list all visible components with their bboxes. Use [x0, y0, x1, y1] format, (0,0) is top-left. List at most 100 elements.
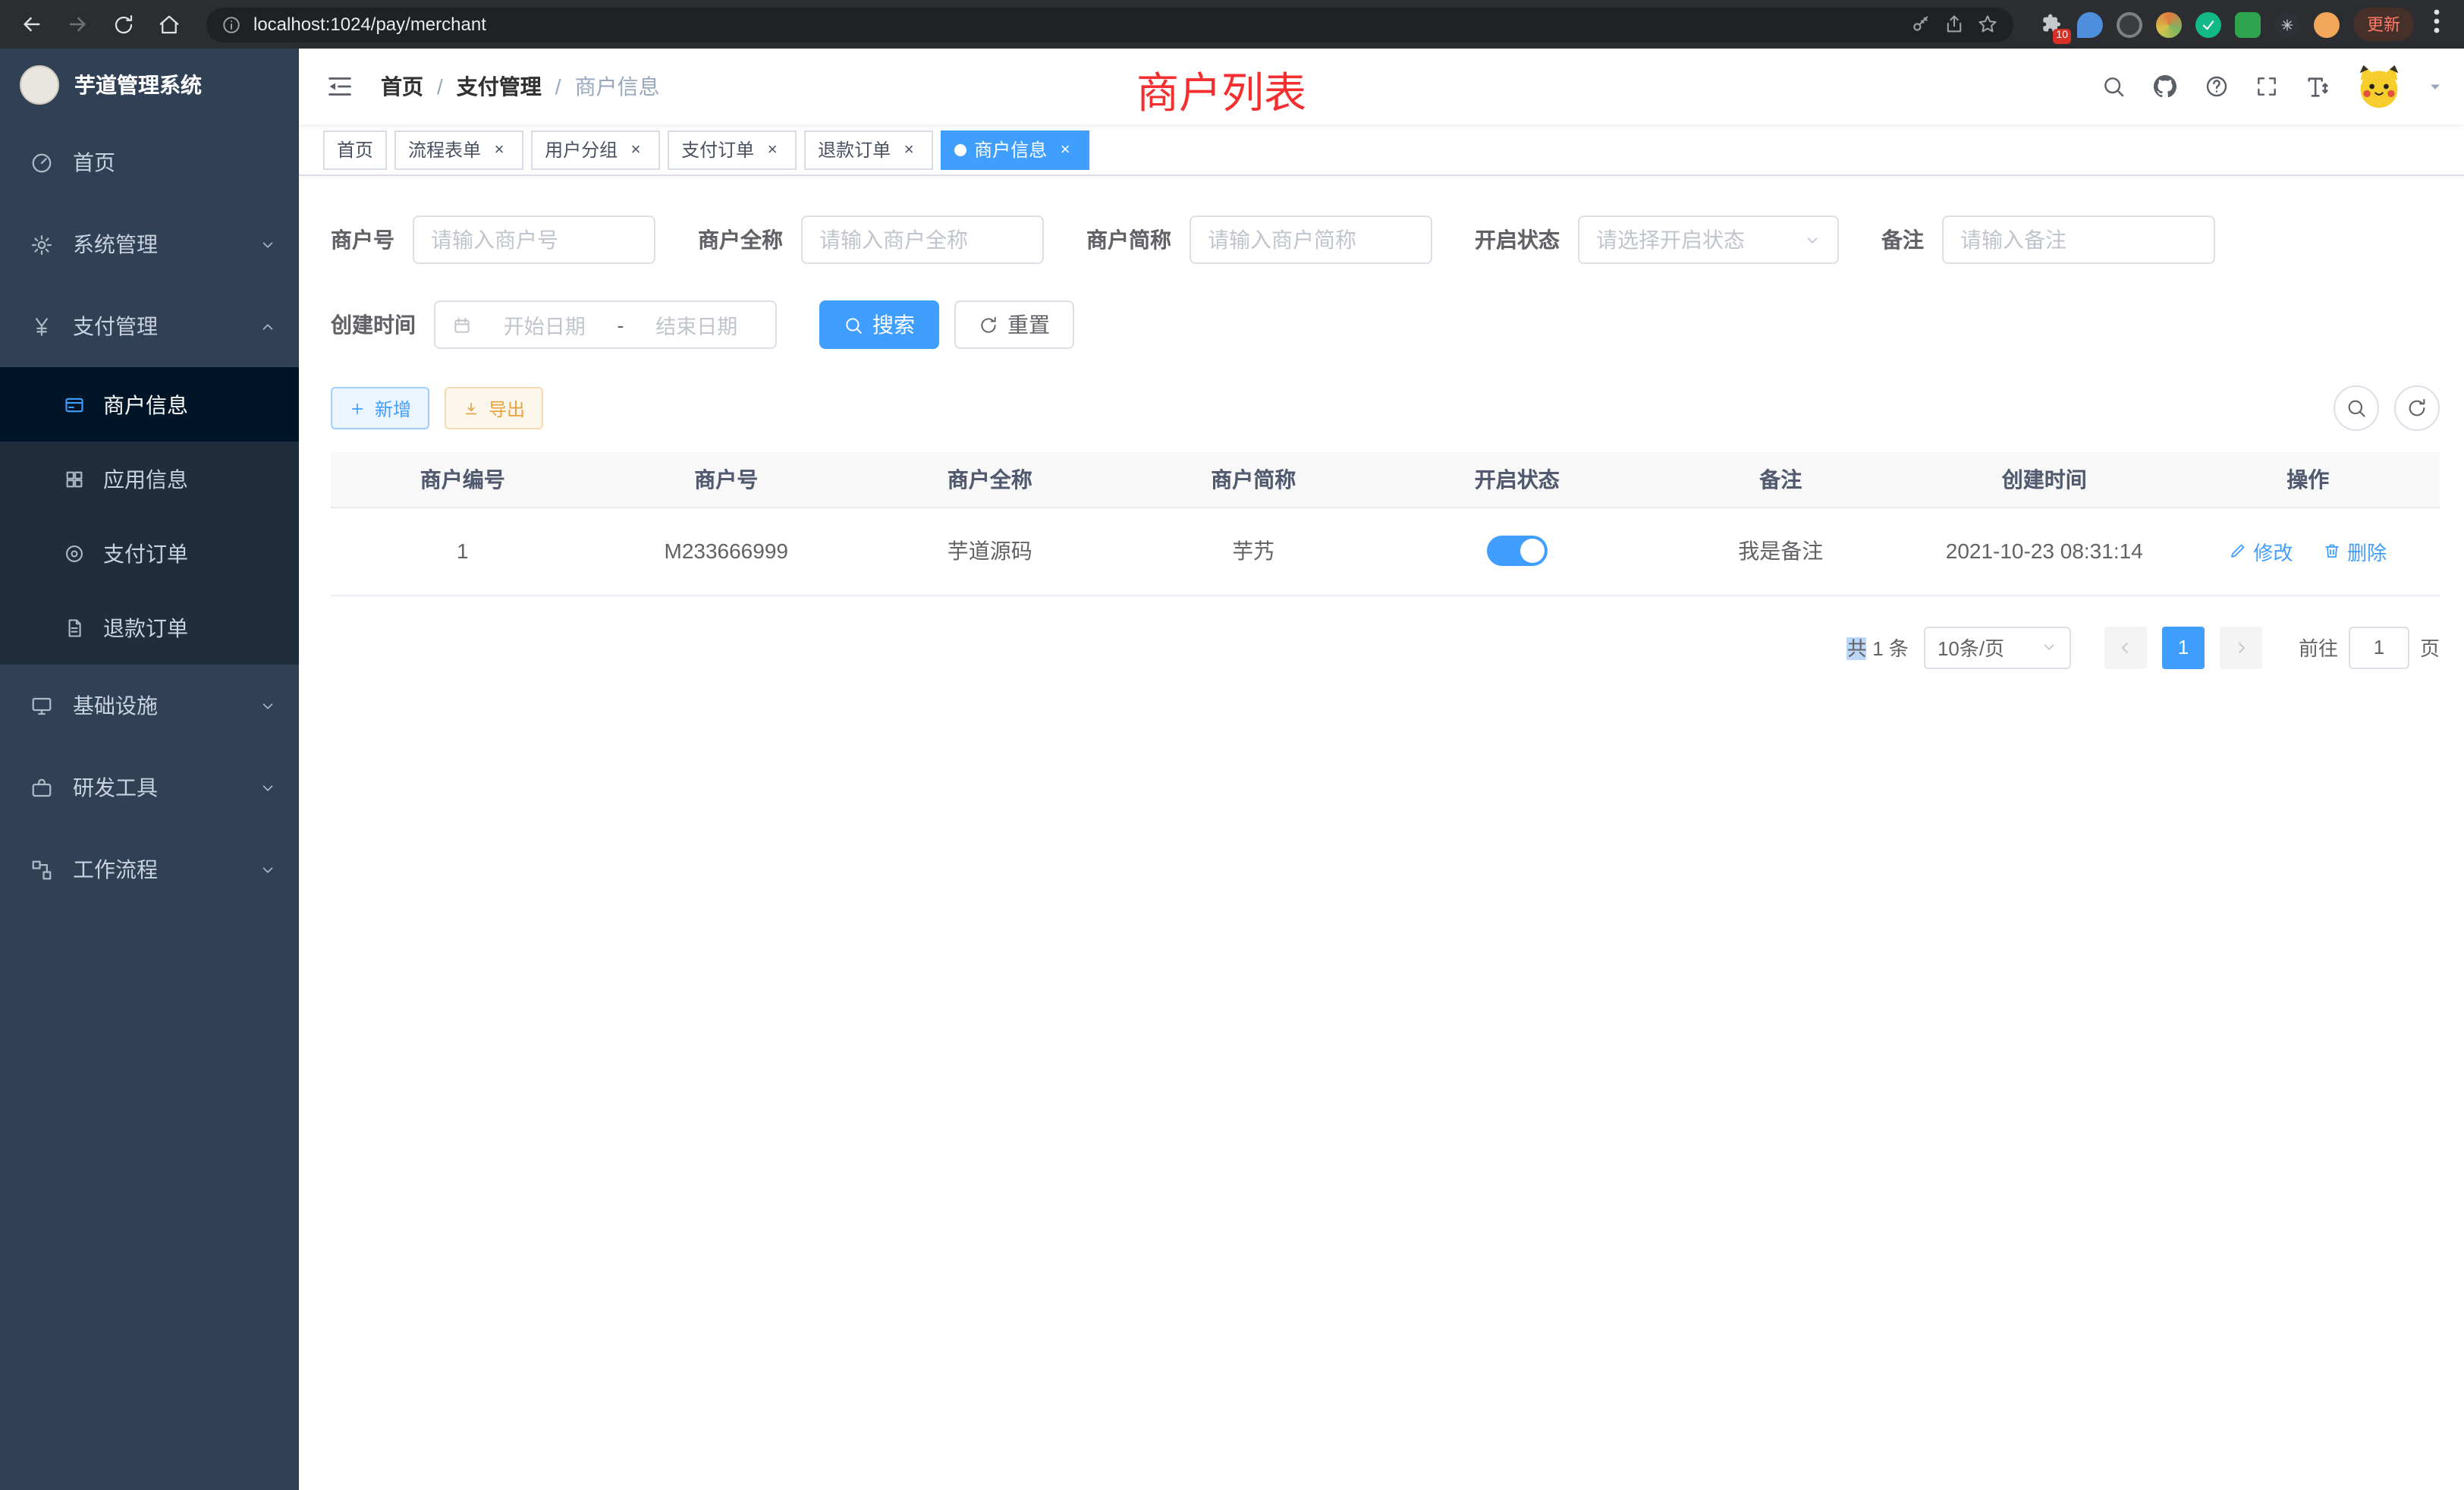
fullscreen-icon[interactable]: [2255, 74, 2279, 99]
short-name-input[interactable]: [1208, 228, 1414, 252]
filter-row-2: 创建时间 开始日期 - 结束日期 搜索 重置: [331, 300, 2440, 349]
pagination-total-prefix: 共: [1847, 637, 1867, 660]
breadcrumb-home[interactable]: 首页: [381, 71, 423, 102]
tab-close-icon[interactable]: ×: [1054, 139, 1076, 160]
sidebar-item-label: 基础设施: [73, 690, 240, 721]
tab-process-form[interactable]: 流程表单 ×: [394, 130, 523, 169]
tab-refund-order[interactable]: 退款订单 ×: [804, 130, 933, 169]
sidebar-item-app-info[interactable]: 应用信息: [0, 442, 299, 516]
font-size-icon[interactable]: [2305, 74, 2330, 99]
tab-pay-order[interactable]: 支付订单 ×: [668, 130, 797, 169]
target-icon: [64, 542, 85, 564]
merchant-table: 商户编号 商户号 商户全称 商户简称 开启状态 备注 创建时间 操作 1: [331, 452, 2440, 596]
search-button[interactable]: 搜索: [819, 300, 939, 349]
tab-merchant-info[interactable]: 商户信息 ×: [941, 130, 1089, 169]
tab-close-icon[interactable]: ×: [762, 139, 783, 160]
sidebar-item-dev-tools[interactable]: 研发工具: [0, 747, 299, 828]
page-size-select[interactable]: 10条/页: [1924, 626, 2071, 668]
status-toggle[interactable]: [1487, 536, 1548, 566]
edit-link[interactable]: 修改: [2229, 536, 2293, 565]
browser-back-button[interactable]: [12, 5, 52, 44]
add-button[interactable]: 新增: [331, 387, 429, 429]
export-button[interactable]: 导出: [445, 387, 543, 429]
help-icon[interactable]: [2205, 74, 2229, 99]
filter-status: 开启状态 请选择开启状态: [1475, 215, 1839, 264]
browser-menu-kebab-icon[interactable]: [2428, 8, 2446, 40]
sidebar-logo[interactable]: 芋道管理系统: [0, 49, 299, 121]
github-icon[interactable]: [2151, 73, 2179, 100]
sidebar-item-merchant-info[interactable]: 商户信息: [0, 367, 299, 442]
extension-icon-green-square[interactable]: [2235, 11, 2261, 37]
browser-update-button[interactable]: 更新: [2353, 8, 2414, 41]
full-name-input[interactable]: [819, 228, 1026, 252]
avatar-caret-down-icon[interactable]: [2428, 79, 2443, 94]
sidebar-item-system[interactable]: 系统管理: [0, 203, 299, 285]
share-icon[interactable]: [1944, 14, 1965, 35]
page-1-button[interactable]: 1: [2162, 626, 2205, 668]
bookmark-star-icon[interactable]: [1977, 14, 1998, 35]
sidebar-fold-icon[interactable]: [311, 73, 369, 100]
tab-user-group[interactable]: 用户分组 ×: [531, 130, 660, 169]
url-text[interactable]: localhost:1024/pay/merchant: [253, 14, 486, 35]
merchant-no-input-box: [413, 215, 655, 264]
refresh-table-button[interactable]: [2394, 385, 2440, 431]
chevron-right-icon: [2232, 638, 2250, 656]
tab-label: 首页: [337, 137, 373, 162]
goto-page-input[interactable]: [2349, 626, 2409, 668]
toggle-search-button[interactable]: [2334, 385, 2379, 431]
tab-home[interactable]: 首页: [323, 130, 387, 169]
delete-link[interactable]: 删除: [2323, 536, 2387, 565]
gear-icon: [30, 233, 53, 256]
sidebar-item-label: 研发工具: [73, 772, 240, 803]
address-bar[interactable]: localhost:1024/pay/merchant: [206, 7, 2013, 42]
password-key-icon[interactable]: [1910, 14, 1931, 35]
merchant-no-input[interactable]: [431, 228, 637, 252]
status-select[interactable]: 请选择开启状态: [1578, 215, 1839, 264]
filter-full-name: 商户全称: [698, 215, 1044, 264]
cell-full-name: 芋道源码: [858, 507, 1122, 595]
plus-icon: [349, 400, 366, 417]
header-search-icon[interactable]: [2101, 74, 2126, 99]
sidebar-item-refund-order[interactable]: 退款订单: [0, 590, 299, 665]
next-page-button[interactable]: [2220, 626, 2262, 668]
sidebar-item-workflow[interactable]: 工作流程: [0, 828, 299, 910]
short-name-input-box: [1190, 215, 1432, 264]
tab-close-icon[interactable]: ×: [898, 139, 919, 160]
remark-input[interactable]: [1960, 228, 2197, 252]
col-remark: 备注: [1649, 452, 1913, 507]
browser-home-button[interactable]: [149, 5, 188, 44]
screen: localhost:1024/pay/merchant 10: [0, 0, 2464, 1490]
sidebar-item-home[interactable]: 首页: [0, 121, 299, 203]
sidebar-item-pay-order[interactable]: 支付订单: [0, 516, 299, 590]
extension-icon-pinwheel[interactable]: [2274, 11, 2300, 37]
tab-close-icon[interactable]: ×: [489, 139, 510, 160]
monitor-icon: [30, 694, 53, 717]
reset-button[interactable]: 重置: [954, 300, 1074, 349]
extension-icon-drop[interactable]: [2077, 11, 2103, 37]
sidebar-item-label: 应用信息: [103, 464, 188, 494]
site-info-icon[interactable]: [222, 14, 241, 34]
filter-create-time: 创建时间 开始日期 - 结束日期: [331, 300, 777, 349]
browser-forward-button[interactable]: [58, 5, 97, 44]
prev-page-button[interactable]: [2104, 626, 2147, 668]
filter-label: 商户简称: [1086, 225, 1171, 255]
extension-icon-avatar[interactable]: [2156, 11, 2182, 37]
browser-reload-button[interactable]: [103, 5, 143, 44]
tabs-bar: 首页 流程表单 × 用户分组 × 支付订单 × 退款订单 ×: [299, 124, 2464, 176]
extension-icon-orange-face[interactable]: [2314, 11, 2340, 37]
tab-close-icon[interactable]: ×: [625, 139, 646, 160]
sidebar-item-payment[interactable]: 支付管理: [0, 285, 299, 367]
app-title: 芋道管理系统: [74, 70, 202, 100]
extensions-puzzle-icon[interactable]: 10: [2038, 11, 2063, 37]
sidebar-item-infrastructure[interactable]: 基础设施: [0, 665, 299, 747]
calendar-icon: [452, 315, 472, 335]
sidebar-item-label: 工作流程: [73, 854, 240, 885]
user-avatar[interactable]: [2356, 64, 2402, 109]
extension-icon-dark-circle[interactable]: [2117, 11, 2142, 37]
extension-icon-green-check[interactable]: [2195, 11, 2221, 37]
status-select-placeholder: 请选择开启状态: [1596, 225, 1745, 255]
page-unit-label: 页: [2420, 633, 2440, 662]
chevron-down-icon: [259, 236, 276, 253]
date-range-picker[interactable]: 开始日期 - 结束日期: [434, 300, 777, 349]
breadcrumb-payment[interactable]: 支付管理: [457, 71, 542, 102]
